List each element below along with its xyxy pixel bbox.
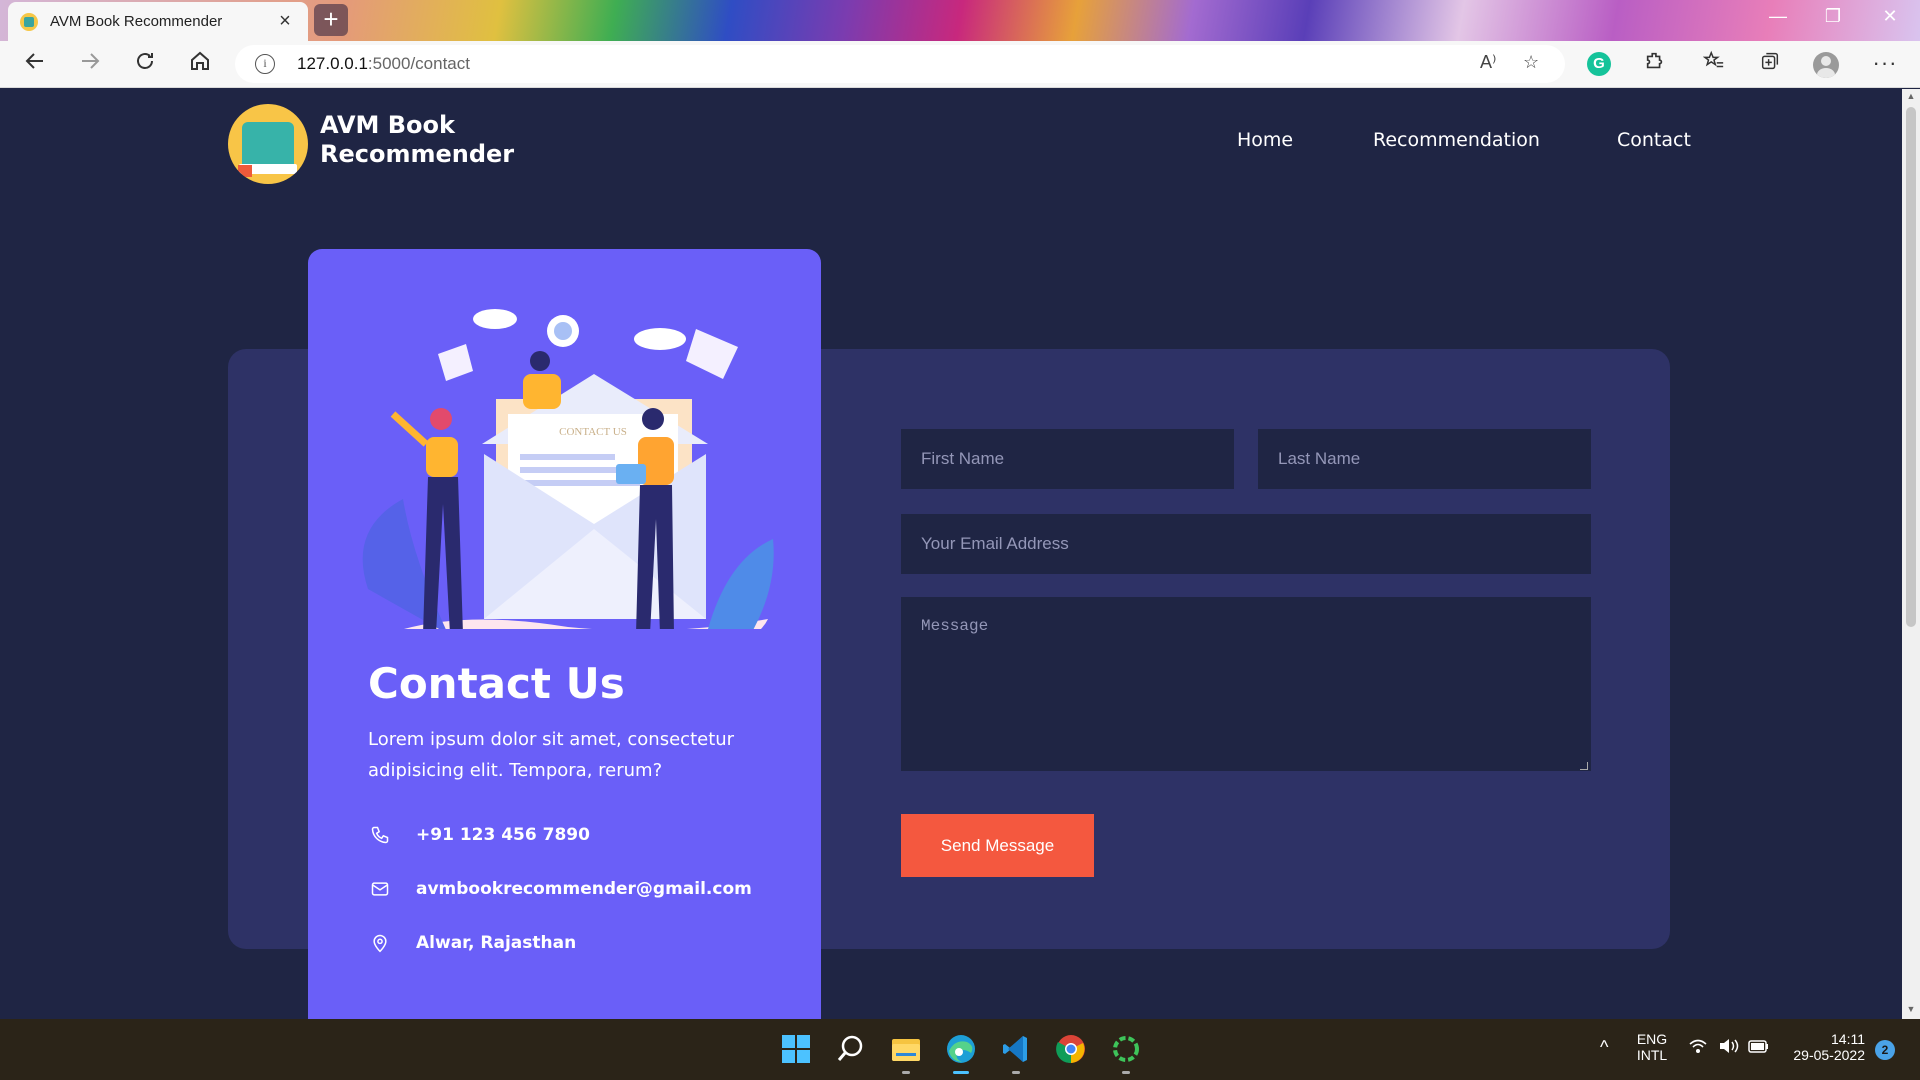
scroll-down-icon[interactable]: ▼	[1902, 1004, 1920, 1014]
address-text: Alwar, Rajasthan	[416, 933, 577, 953]
phone-icon	[368, 823, 392, 847]
phone-row: +91 123 456 7890	[368, 823, 590, 847]
running-indicator	[1012, 1071, 1020, 1074]
vscode-icon[interactable]	[1000, 1033, 1032, 1065]
nav-contact-link[interactable]: Contact	[1617, 129, 1691, 151]
back-icon[interactable]	[19, 49, 51, 81]
address-row: Alwar, Rajasthan	[368, 931, 576, 955]
extensions-icon[interactable]	[1640, 50, 1670, 78]
file-explorer-icon[interactable]	[890, 1033, 922, 1065]
send-message-button[interactable]: Send Message	[901, 814, 1094, 877]
page-scrollbar[interactable]: ▲ ▼	[1902, 89, 1920, 1019]
volume-icon[interactable]	[1718, 1037, 1740, 1058]
loading-app-icon[interactable]	[1110, 1033, 1142, 1065]
mail-icon	[368, 877, 392, 901]
show-hidden-icons[interactable]: ^	[1600, 1037, 1608, 1058]
tab-favicon-icon	[20, 12, 38, 31]
taskbar: ^ ENG INTL 14:11 29-05-2022	[0, 1019, 1920, 1080]
home-icon[interactable]	[184, 49, 216, 81]
close-tab-icon[interactable]: ×	[274, 10, 296, 33]
page-viewport: AVM Book Recommender Home Recommendation…	[0, 89, 1902, 1019]
location-pin-icon	[368, 931, 392, 955]
search-icon[interactable]	[835, 1033, 867, 1065]
scroll-up-icon[interactable]: ▲	[1902, 91, 1920, 101]
running-indicator	[1122, 1071, 1130, 1074]
chrome-icon[interactable]	[1055, 1033, 1087, 1065]
textarea-resize-handle[interactable]	[1580, 762, 1588, 770]
forward-icon[interactable]	[74, 49, 106, 81]
site-info-icon[interactable]: i	[255, 54, 275, 74]
scroll-thumb[interactable]	[1906, 107, 1916, 627]
restore-icon[interactable]: ❐	[1813, 6, 1853, 27]
book-icon	[238, 122, 297, 177]
collections-icon[interactable]	[1755, 50, 1785, 78]
grammarly-extension-icon[interactable]: G	[1587, 52, 1611, 76]
profile-avatar[interactable]	[1813, 52, 1839, 78]
more-options-icon[interactable]: ···	[1870, 50, 1900, 76]
contact-description: Lorem ipsum dolor sit amet, consectetur …	[368, 729, 735, 781]
favorites-icon[interactable]	[1699, 50, 1729, 78]
message-textarea[interactable]	[901, 597, 1591, 771]
last-name-input[interactable]	[1258, 429, 1591, 489]
browser-tab-strip: AVM Book Recommender × + — ❐ ✕	[0, 0, 1920, 41]
favorite-add-icon[interactable]: ☆	[1523, 52, 1539, 73]
email-row: avmbookrecommender@gmail.com	[368, 877, 752, 901]
refresh-icon[interactable]	[129, 49, 161, 81]
edge-browser-icon[interactable]	[945, 1033, 977, 1065]
contact-illustration: CONTACT US	[362, 309, 774, 629]
address-bar[interactable]: i 127.0.0.1:5000/contact A⁾ ☆	[235, 45, 1565, 83]
clock[interactable]: 14:11 29-05-2022	[1785, 1031, 1865, 1063]
email-input[interactable]	[901, 514, 1591, 574]
start-icon[interactable]	[780, 1033, 812, 1065]
nav-home-link[interactable]: Home	[1237, 129, 1293, 151]
contact-title: Contact Us	[368, 659, 625, 708]
minimize-icon[interactable]: —	[1758, 6, 1798, 27]
browser-toolbar: i 127.0.0.1:5000/contact A⁾ ☆ G ···	[0, 41, 1920, 88]
site-name[interactable]: AVM Book Recommender	[320, 111, 540, 169]
illustration-caption: CONTACT US	[559, 426, 627, 438]
browser-tab[interactable]: AVM Book Recommender ×	[8, 2, 308, 41]
running-indicator	[902, 1071, 910, 1074]
site-logo[interactable]	[228, 104, 308, 184]
url-text[interactable]: 127.0.0.1:5000/contact	[297, 54, 470, 74]
nav-recommendation-link[interactable]: Recommendation	[1373, 129, 1540, 151]
contact-info-card: CONTACT US Contact Us Lorem ipsum dolor …	[308, 249, 821, 1019]
wifi-icon[interactable]	[1688, 1037, 1708, 1058]
notification-badge[interactable]: 2	[1875, 1040, 1895, 1060]
language-indicator[interactable]: ENG INTL	[1635, 1031, 1669, 1063]
active-indicator	[953, 1071, 969, 1074]
read-aloud-icon[interactable]: A⁾	[1480, 52, 1496, 73]
email-address[interactable]: avmbookrecommender@gmail.com	[416, 879, 752, 899]
first-name-input[interactable]	[901, 429, 1234, 489]
tab-title: AVM Book Recommender	[50, 13, 223, 30]
new-tab-button[interactable]: +	[314, 4, 348, 36]
phone-number[interactable]: +91 123 456 7890	[416, 825, 590, 845]
battery-icon[interactable]	[1748, 1037, 1770, 1058]
close-window-icon[interactable]: ✕	[1870, 6, 1910, 27]
